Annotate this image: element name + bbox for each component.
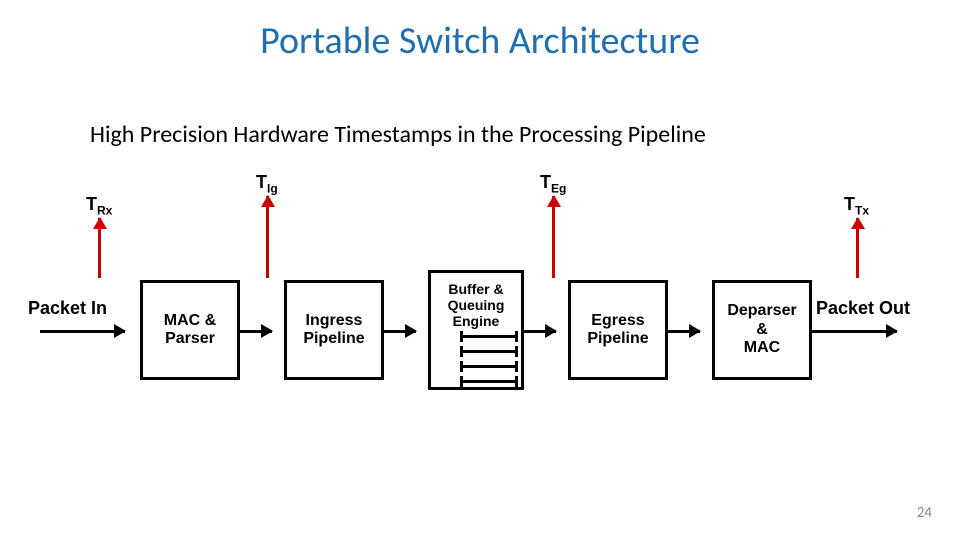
block-buffer: Buffer & Queuing Engine	[428, 270, 524, 390]
block-ingress-label: Ingress Pipeline	[303, 312, 364, 349]
arrow-in	[40, 330, 125, 333]
packet-out-label: Packet Out	[816, 298, 910, 319]
block-egress-label: Egress Pipeline	[587, 312, 648, 349]
arrow-1-2	[240, 330, 272, 333]
buffer-icon-line	[460, 380, 518, 383]
packet-in-label: Packet In	[28, 298, 107, 319]
block-deparser-label: Deparser & MAC	[727, 302, 796, 357]
block-buffer-label: Buffer & Queuing Engine	[448, 281, 505, 329]
block-mac-parser-label: MAC & Parser	[164, 312, 216, 349]
block-deparser: Deparser & MAC	[712, 280, 812, 380]
timestamp-label-ig: TIg	[256, 172, 278, 196]
arrow-2-3	[384, 330, 416, 333]
pipeline-diagram: Packet In MAC & Parser Ingress Pipeline …	[60, 180, 900, 420]
block-ingress: Ingress Pipeline	[284, 280, 384, 380]
arrow-out	[812, 330, 897, 333]
buffer-icon-line	[460, 335, 518, 338]
buffer-icon-line	[460, 350, 518, 353]
timestamp-label-eg: TEg	[540, 172, 566, 196]
block-mac-parser: MAC & Parser	[140, 280, 240, 380]
page-number: 24	[917, 504, 932, 522]
timestamp-label-rx: TRx	[86, 194, 112, 218]
arrow-3-4	[524, 330, 556, 333]
slide-subtitle: High Precision Hardware Timestamps in th…	[90, 120, 706, 149]
timestamp-label-tx: TTx	[844, 194, 869, 218]
timestamp-arrow-rx	[98, 218, 101, 278]
timestamp-arrow-eg	[552, 196, 555, 278]
block-egress: Egress Pipeline	[568, 280, 668, 380]
buffer-icon-line	[460, 365, 518, 368]
timestamp-arrow-ig	[266, 196, 269, 278]
arrow-4-5	[668, 330, 700, 333]
timestamp-arrow-tx	[856, 218, 859, 278]
slide-title: Portable Switch Architecture	[0, 18, 960, 64]
